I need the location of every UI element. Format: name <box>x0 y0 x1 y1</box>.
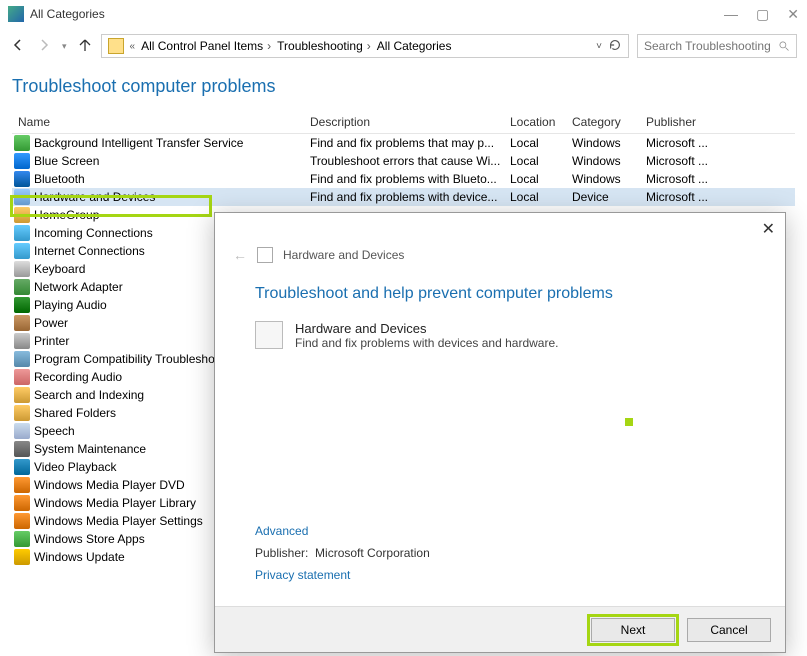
table-row[interactable]: Background Intelligent Transfer ServiceF… <box>12 134 795 152</box>
col-category[interactable]: Category <box>566 111 640 133</box>
row-desc: Find and fix problems with device... <box>304 190 504 204</box>
col-location[interactable]: Location <box>504 111 566 133</box>
row-location: Local <box>504 136 566 150</box>
row-category: Device <box>566 190 640 204</box>
dialog-back-button[interactable]: ← <box>233 247 247 263</box>
hardware-icon <box>255 321 283 349</box>
navbar: ▾ « All Control Panel Items› Troubleshoo… <box>0 28 807 64</box>
maximize-button[interactable]: ▢ <box>756 6 769 23</box>
breadcrumb-item[interactable]: Troubleshooting <box>277 39 363 53</box>
row-desc: Find and fix problems with Blueto... <box>304 172 504 186</box>
col-name[interactable]: Name <box>12 111 304 133</box>
row-name: Hardware and Devices <box>34 190 304 204</box>
row-icon <box>14 333 30 349</box>
table-row[interactable]: Hardware and DevicesFind and fix problem… <box>12 188 795 206</box>
dialog-title: Troubleshoot and help prevent computer p… <box>255 285 745 303</box>
address-bar[interactable]: « All Control Panel Items› Troubleshooti… <box>101 34 629 58</box>
col-description[interactable]: Description <box>304 111 504 133</box>
dropdown-history-icon[interactable]: ▾ <box>62 41 67 52</box>
row-icon <box>14 405 30 421</box>
row-publisher: Microsoft ... <box>640 190 718 204</box>
row-icon <box>14 459 30 475</box>
publisher-value: Microsoft Corporation <box>315 546 430 560</box>
row-icon <box>14 477 30 493</box>
minimize-button[interactable]: — <box>724 6 738 23</box>
row-desc: Troubleshoot errors that cause Wi... <box>304 154 504 168</box>
privacy-link[interactable]: Privacy statement <box>255 568 745 582</box>
row-icon <box>14 225 30 241</box>
row-location: Local <box>504 154 566 168</box>
row-category: Windows <box>566 172 640 186</box>
row-icon <box>14 279 30 295</box>
dialog-breadcrumb: Hardware and Devices <box>283 248 404 262</box>
row-icon <box>14 171 30 187</box>
row-icon <box>14 135 30 151</box>
breadcrumb-overflow-icon[interactable]: « <box>130 41 136 52</box>
refresh-button[interactable] <box>608 38 622 55</box>
cancel-button[interactable]: Cancel <box>687 618 771 642</box>
highlight-dot <box>625 418 633 426</box>
search-input[interactable] <box>644 39 772 53</box>
search-box[interactable] <box>637 34 797 58</box>
row-icon <box>14 297 30 313</box>
row-icon <box>14 351 30 367</box>
advanced-link[interactable]: Advanced <box>255 524 745 538</box>
row-location: Local <box>504 172 566 186</box>
folder-icon <box>108 38 124 54</box>
col-publisher[interactable]: Publisher <box>640 111 718 133</box>
row-icon <box>14 423 30 439</box>
highlight-next: Next <box>587 614 679 646</box>
row-name: Background Intelligent Transfer Service <box>34 136 304 150</box>
row-name: Blue Screen <box>34 154 304 168</box>
dialog-item-title: Hardware and Devices <box>295 321 558 336</box>
dialog-item: Hardware and Devices Find and fix proble… <box>255 321 745 350</box>
app-icon <box>8 6 24 22</box>
search-icon <box>778 40 790 52</box>
breadcrumb-item[interactable]: All Categories <box>377 39 452 53</box>
dialog-item-desc: Find and fix problems with devices and h… <box>295 336 558 350</box>
window-title: All Categories <box>30 7 724 21</box>
row-desc: Find and fix problems that may p... <box>304 136 504 150</box>
row-publisher: Microsoft ... <box>640 172 718 186</box>
table-header: Name Description Location Category Publi… <box>12 111 795 134</box>
address-dropdown-icon[interactable]: ˅ <box>596 41 602 52</box>
troubleshooter-dialog: ✕ ← Hardware and Devices Troubleshoot an… <box>214 212 786 653</box>
row-icon <box>14 549 30 565</box>
row-publisher: Microsoft ... <box>640 136 718 150</box>
table-row[interactable]: BluetoothFind and fix problems with Blue… <box>12 170 795 188</box>
row-icon <box>14 531 30 547</box>
row-category: Windows <box>566 154 640 168</box>
breadcrumb-item[interactable]: All Control Panel Items <box>141 39 263 53</box>
row-icon <box>14 153 30 169</box>
row-icon <box>14 315 30 331</box>
row-icon <box>14 495 30 511</box>
row-icon <box>14 369 30 385</box>
back-button[interactable] <box>10 37 26 56</box>
row-icon <box>14 189 30 205</box>
forward-button[interactable] <box>36 37 52 56</box>
close-button[interactable]: ✕ <box>787 6 799 23</box>
row-publisher: Microsoft ... <box>640 154 718 168</box>
up-button[interactable] <box>77 37 93 56</box>
row-icon <box>14 243 30 259</box>
titlebar: All Categories — ▢ ✕ <box>0 0 807 28</box>
row-icon <box>14 261 30 277</box>
row-icon <box>14 441 30 457</box>
dialog-close-button[interactable]: ✕ <box>762 221 775 238</box>
row-location: Local <box>504 190 566 204</box>
row-icon <box>14 387 30 403</box>
page-title: Troubleshoot computer problems <box>0 64 807 111</box>
troubleshooter-icon <box>257 247 273 263</box>
row-name: Bluetooth <box>34 172 304 186</box>
row-icon <box>14 207 30 223</box>
row-icon <box>14 513 30 529</box>
next-button[interactable]: Next <box>591 618 675 642</box>
table-row[interactable]: Blue ScreenTroubleshoot errors that caus… <box>12 152 795 170</box>
row-category: Windows <box>566 136 640 150</box>
publisher-label: Publisher: <box>255 546 308 560</box>
